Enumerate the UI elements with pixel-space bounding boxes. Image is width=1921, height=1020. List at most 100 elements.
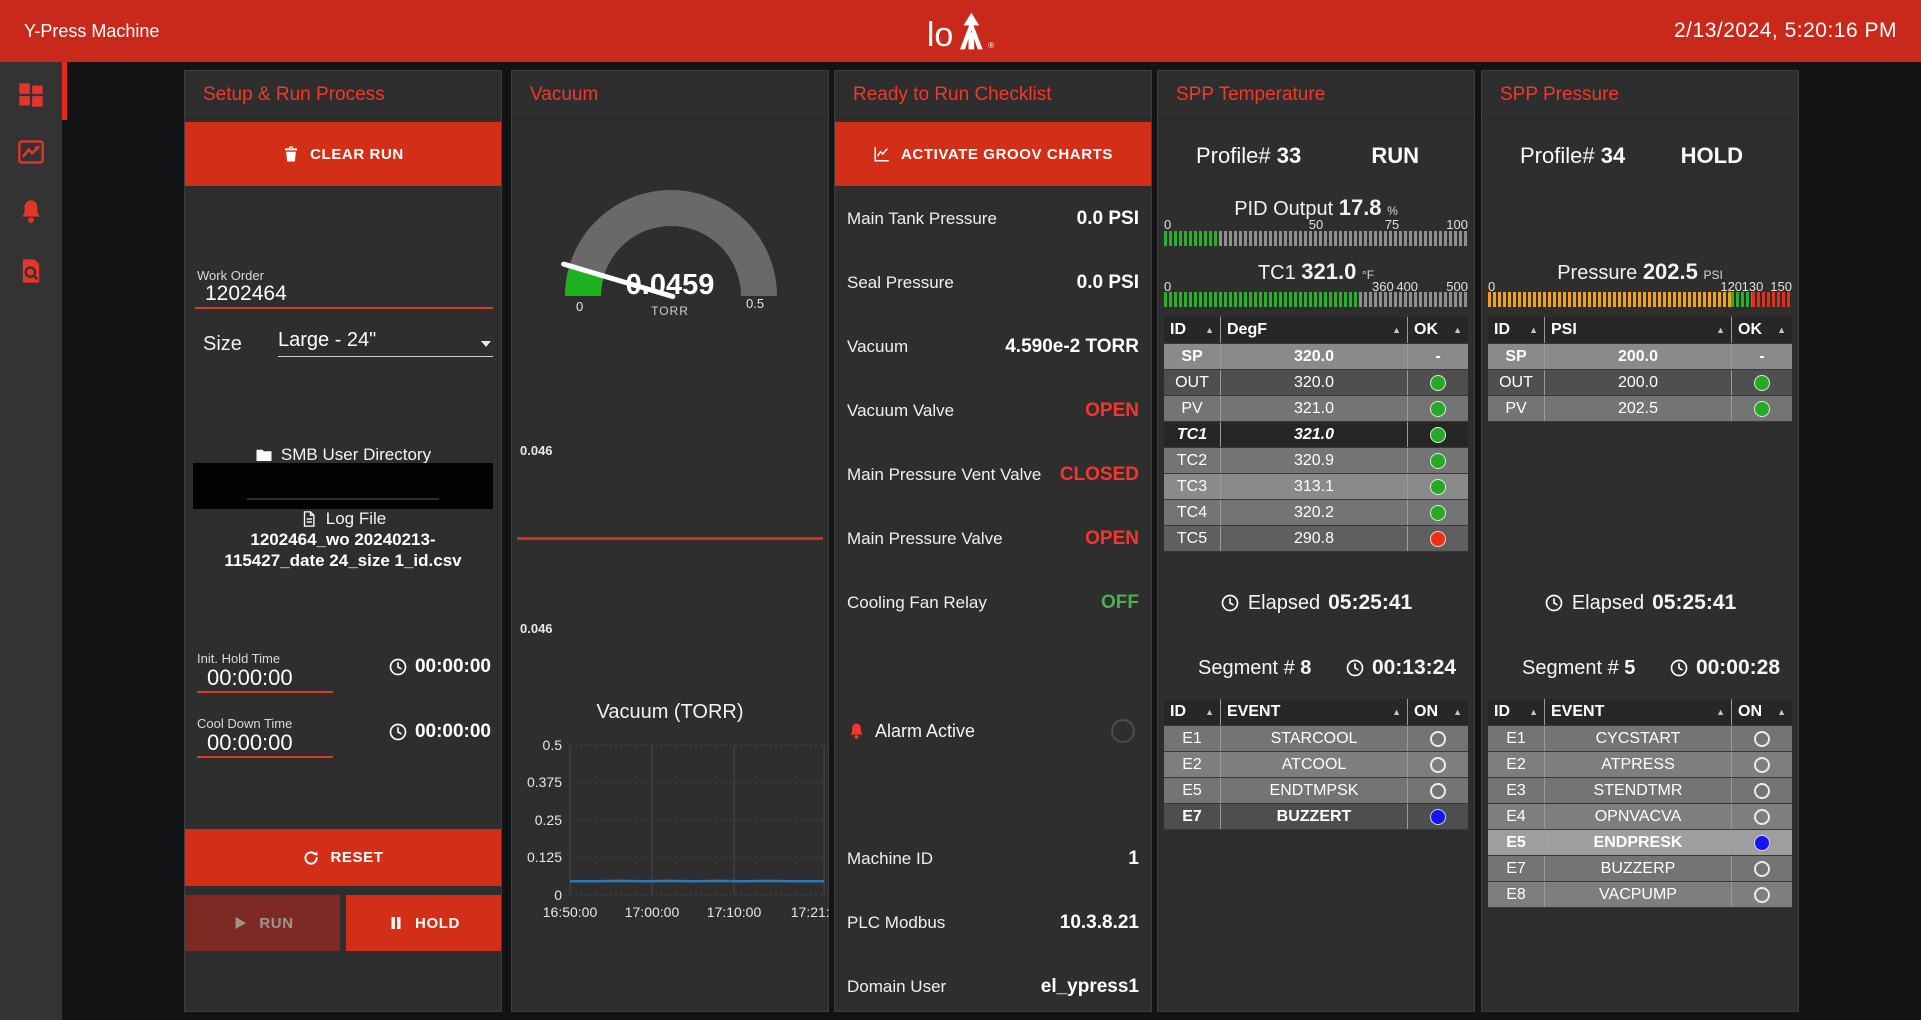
size-dropdown[interactable]: Large - 24" (278, 329, 493, 357)
col-header-id[interactable]: ID▲ (1488, 699, 1544, 725)
row-value: 320.0 (1220, 370, 1408, 395)
sort-icon: ▲ (1392, 325, 1401, 335)
activate-groov-charts-label: ACTIVATE GROOV CHARTS (901, 146, 1113, 163)
table-row[interactable]: TC3 313.1 (1164, 474, 1468, 500)
event-row[interactable]: E7 BUZZERP (1488, 856, 1792, 882)
event-row[interactable]: E5 ENDPRESK (1488, 830, 1792, 856)
scale-tick: 50 (1309, 217, 1323, 232)
status-led (1754, 783, 1770, 799)
row-value: 320.0 (1220, 344, 1408, 369)
event-row[interactable]: E3 STENDTMR (1488, 778, 1792, 804)
gauge-zone (1752, 292, 1792, 307)
table-row[interactable]: SP 320.0 - (1164, 344, 1468, 370)
col-header-value[interactable]: DegF▲ (1220, 317, 1408, 343)
sidebar-item-alarms[interactable] (17, 198, 45, 226)
y-press-dashboard: Y-Press Machine lo ® 2/13/2024, 5:20:16 … (0, 0, 1921, 1020)
status-led (1430, 479, 1446, 495)
profile-row: Profile# 33 RUN (1196, 141, 1419, 171)
table-row[interactable]: PV 202.5 (1488, 396, 1792, 422)
table-row[interactable]: TC2 320.9 (1164, 448, 1468, 474)
col-header-id[interactable]: ID▲ (1488, 317, 1544, 343)
checklist-rows: Main Tank Pressure 0.0 PSI Seal Pressure… (847, 197, 1139, 625)
col-header-event[interactable]: EVENT▲ (1220, 699, 1408, 725)
col-header-on[interactable]: ON▲ (1408, 699, 1468, 725)
event-row[interactable]: E8 VACPUMP (1488, 882, 1792, 908)
run-button[interactable]: RUN (185, 895, 340, 951)
info-row-value: 1 (1128, 848, 1139, 870)
checklist-row-label: Vacuum (847, 337, 908, 357)
table-header-row: ID▲ EVENT▲ ON▲ (1164, 699, 1468, 726)
checklist-row-label: Seal Pressure (847, 273, 954, 293)
smb-directory-label: SMB User Directory (281, 445, 431, 465)
pressure-scale-ticks: 0120130150 (1488, 279, 1792, 293)
clear-run-button[interactable]: CLEAR RUN (185, 122, 501, 186)
table-row[interactable]: PV 321.0 (1164, 396, 1468, 422)
clear-run-label: CLEAR RUN (310, 146, 404, 163)
row-status (1408, 370, 1468, 395)
segment-row: Segment # 8 00:13:24 (1198, 653, 1456, 683)
table-row[interactable]: TC4 320.2 (1164, 500, 1468, 526)
activate-groov-charts-button[interactable]: ACTIVATE GROOV CHARTS (835, 122, 1151, 186)
sort-icon: ▲ (1777, 707, 1786, 717)
table-row[interactable]: OUT 200.0 (1488, 370, 1792, 396)
event-row[interactable]: E7 BUZZERT (1164, 804, 1468, 830)
checklist-row-value: 0.0 PSI (1077, 272, 1139, 294)
sort-icon: ▲ (1205, 325, 1214, 335)
x-tick: 16:50:00 (543, 904, 598, 920)
col-header-id[interactable]: ID▲ (1164, 699, 1220, 725)
sidebar-item-logs[interactable] (17, 257, 45, 285)
col-header-on[interactable]: ON▲ (1732, 699, 1792, 725)
panel-spp-temperature: SPP Temperature Profile# 33 RUN PID Outp… (1157, 70, 1475, 1012)
table-row[interactable]: TC5 290.8 (1164, 526, 1468, 552)
clock-icon (1544, 593, 1564, 613)
event-row[interactable]: E2 ATCOOL (1164, 752, 1468, 778)
run-state-badge: RUN (1371, 143, 1419, 169)
status-led (1430, 531, 1446, 547)
col-header-ok[interactable]: OK▲ (1732, 317, 1792, 343)
sidebar-item-dashboard[interactable] (17, 81, 45, 109)
table-header-row: ID▲ DegF▲ OK▲ (1164, 317, 1468, 344)
y-tick: 0.375 (527, 774, 562, 790)
cool-down-input[interactable]: 00:00:00 (207, 730, 293, 756)
log-file-link[interactable]: Log File (185, 509, 501, 529)
reset-button[interactable]: RESET (185, 829, 501, 886)
checklist-row: Main Tank Pressure 0.0 PSI (847, 197, 1139, 241)
table-row[interactable]: OUT 320.0 (1164, 370, 1468, 396)
col-header-id[interactable]: ID▲ (1164, 317, 1220, 343)
status-led (1754, 375, 1770, 391)
clock-icon (388, 657, 408, 677)
event-row[interactable]: E1 STARCOOL (1164, 726, 1468, 752)
y-tick: 0 (554, 887, 562, 903)
col-header-event[interactable]: EVENT▲ (1544, 699, 1732, 725)
chart-line-icon (873, 145, 891, 163)
smb-directory-link[interactable]: SMB User Directory (185, 445, 501, 465)
event-row[interactable]: E1 CYCSTART (1488, 726, 1792, 752)
row-status: - (1408, 344, 1468, 369)
event-row[interactable]: E2 ATPRESS (1488, 752, 1792, 778)
init-hold-timer: 00:00:00 (388, 656, 491, 678)
run-label: RUN (259, 915, 293, 932)
sidebar-item-trends[interactable] (17, 138, 45, 166)
row-value: 200.0 (1544, 344, 1732, 369)
sort-icon: ▲ (1716, 325, 1725, 335)
hold-label: HOLD (415, 915, 460, 932)
app-title: Y-Press Machine (24, 21, 159, 42)
tc1-bar-fill (1164, 292, 1359, 307)
hold-button[interactable]: HOLD (346, 895, 501, 951)
table-row[interactable]: TC1 321.0 (1164, 422, 1468, 448)
init-hold-input[interactable]: 00:00:00 (207, 665, 293, 691)
col-header-value[interactable]: PSI▲ (1544, 317, 1732, 343)
vacuum-level-top: 0.046 (520, 443, 553, 458)
event-id: E3 (1488, 778, 1544, 803)
dashboard-grid-icon (17, 81, 45, 109)
event-row[interactable]: E5 ENDTMPSK (1164, 778, 1468, 804)
checklist-row: Vacuum 4.590e-2 TORR (847, 325, 1139, 369)
work-order-input[interactable]: 1202464 (205, 282, 287, 306)
col-header-ok[interactable]: OK▲ (1408, 317, 1468, 343)
event-row[interactable]: E4 OPNVACVA (1488, 804, 1792, 830)
event-id: E5 (1488, 830, 1544, 855)
table-row[interactable]: SP 200.0 - (1488, 344, 1792, 370)
segment-number: Segment # 8 (1198, 657, 1311, 680)
sort-icon: ▲ (1777, 325, 1786, 335)
panel-checklist: Ready to Run Checklist ACTIVATE GROOV CH… (834, 70, 1152, 1012)
